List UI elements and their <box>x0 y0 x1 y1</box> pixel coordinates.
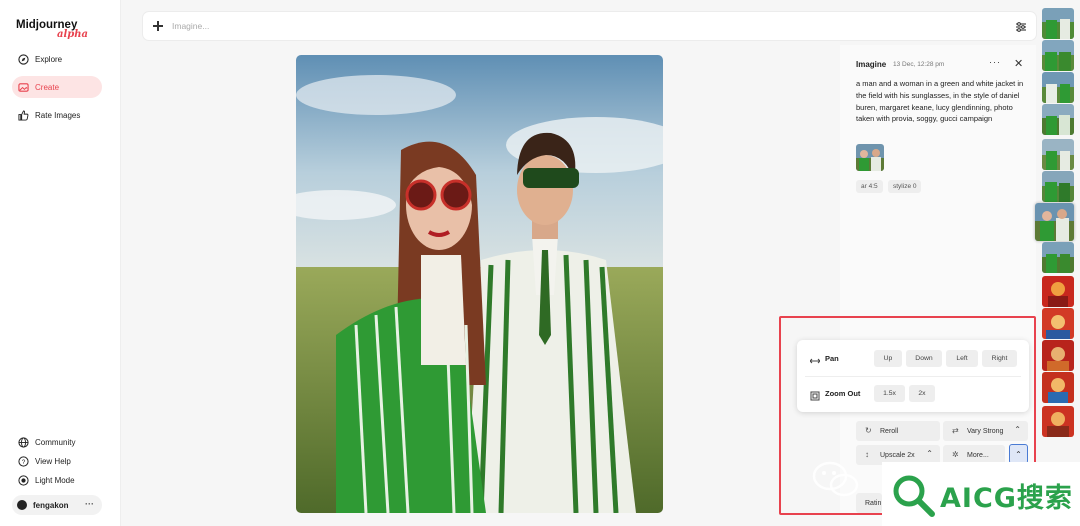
sidebar-item-label: Explore <box>35 54 63 64</box>
zoom-2x-button[interactable]: 2x <box>909 384 935 402</box>
user-more-icon[interactable]: ··· <box>85 499 94 509</box>
pan-zoom-popover: Pan Up Down Left Right Zoom Out 1.5x 2x <box>797 340 1029 412</box>
zoom-1-5x-button[interactable]: 1.5x <box>874 384 905 402</box>
history-thumbnail[interactable] <box>1042 308 1074 339</box>
reroll-icon: ↻ <box>865 426 872 435</box>
reroll-button[interactable]: ↻ Reroll <box>856 421 940 441</box>
close-icon[interactable]: ✕ <box>1014 57 1023 70</box>
zoom-out-icon <box>810 388 820 401</box>
prompt-bar <box>143 12 1036 40</box>
more-options-icon[interactable]: ··· <box>989 57 1001 67</box>
sidebar-item-label: Rate Images <box>35 110 81 120</box>
history-thumbnail[interactable] <box>1042 8 1074 39</box>
history-thumbnail[interactable] <box>1042 72 1074 103</box>
globe-icon <box>17 436 29 448</box>
logo-alpha-badge: alpha <box>57 29 89 40</box>
sidebar-item-explore[interactable]: Explore <box>12 48 102 70</box>
more-label: More... <box>967 451 989 459</box>
history-thumbnail[interactable] <box>1042 139 1074 170</box>
upscale-icon: ↕ <box>865 450 869 459</box>
prompt-input[interactable] <box>172 21 992 31</box>
history-thumbnail[interactable] <box>1042 340 1074 371</box>
pan-label: Pan <box>825 353 839 363</box>
param-chip[interactable]: stylize 0 <box>888 180 922 193</box>
help-icon: ? <box>17 455 29 467</box>
shuffle-icon: ⇄ <box>952 426 959 435</box>
history-thumbnail[interactable] <box>1042 372 1074 403</box>
history-thumbnail[interactable] <box>1042 276 1074 307</box>
detail-timestamp: 13 Dec, 12:28 pm <box>893 61 945 68</box>
history-thumbnail-selected[interactable] <box>1035 203 1074 241</box>
pan-arrows-icon <box>809 353 821 364</box>
history-thumbnail[interactable] <box>1042 40 1074 71</box>
prompt-text: a man and a woman in a green and white j… <box>856 79 1024 124</box>
sun-icon <box>17 474 29 486</box>
upscale-label: Upscale 2x <box>880 451 915 459</box>
history-thumbnail[interactable] <box>1042 242 1074 273</box>
history-thumbnail[interactable] <box>1042 406 1074 437</box>
sidebar-item-label: Light Mode <box>35 475 75 485</box>
wechat-logo-icon <box>812 458 860 500</box>
history-thumbnail[interactable] <box>1042 171 1074 202</box>
sliders-icon[interactable] <box>1015 20 1027 32</box>
generated-image[interactable] <box>296 55 663 513</box>
sidebar: Midjourney alpha Explore Create Rate Ima… <box>0 0 121 526</box>
pan-row: Pan Up Down Left Right <box>797 343 1029 373</box>
zoom-row: Zoom Out 1.5x 2x <box>797 378 1029 408</box>
sidebar-item-label: View Help <box>35 456 71 466</box>
sidebar-item-label: Community <box>35 437 76 447</box>
pan-left-button[interactable]: Left <box>946 349 978 367</box>
user-menu[interactable]: fengakon ··· <box>12 495 102 515</box>
param-chip[interactable]: ar 4:5 <box>856 180 883 193</box>
sparkle-icon: ✲ <box>952 450 959 459</box>
svg-text:?: ? <box>21 458 25 465</box>
sidebar-item-rate-images[interactable]: Rate Images <box>12 104 102 126</box>
divider <box>805 376 1021 377</box>
chevron-up-icon[interactable]: ⌃ <box>926 449 933 458</box>
reroll-label: Reroll <box>880 427 899 435</box>
sidebar-item-label: Create <box>35 82 60 92</box>
sidebar-item-create[interactable]: Create <box>12 76 102 98</box>
detail-type: Imagine <box>856 60 887 69</box>
username: fengakon <box>33 500 69 510</box>
app-window: Midjourney alpha Explore Create Rate Ima… <box>0 0 1080 526</box>
avatar <box>17 500 27 510</box>
pan-down-button[interactable]: Down <box>906 349 942 367</box>
pan-up-button[interactable]: Up <box>874 349 902 367</box>
search-icon <box>893 475 935 517</box>
sidebar-item-light-mode[interactable]: Light Mode <box>12 469 102 491</box>
zoom-out-label: Zoom Out <box>825 388 861 398</box>
add-icon[interactable] <box>152 20 164 32</box>
compass-icon <box>17 53 29 65</box>
reference-thumbnail[interactable] <box>856 144 884 171</box>
watermark-text: AICG搜索 <box>940 483 1073 514</box>
expand-chevron-button[interactable]: ⌃ <box>1009 444 1028 464</box>
image-icon <box>17 81 29 93</box>
history-thumbnail[interactable] <box>1042 104 1074 135</box>
vary-label: Vary Strong <box>967 427 1004 435</box>
watermark: AICG搜索 <box>882 462 1080 526</box>
pan-right-button[interactable]: Right <box>982 349 1017 367</box>
vary-strong-button[interactable]: ⇄ Vary Strong ⌃ <box>943 421 1028 441</box>
thumbs-up-icon <box>17 109 29 121</box>
chevron-up-icon[interactable]: ⌃ <box>1014 425 1021 434</box>
